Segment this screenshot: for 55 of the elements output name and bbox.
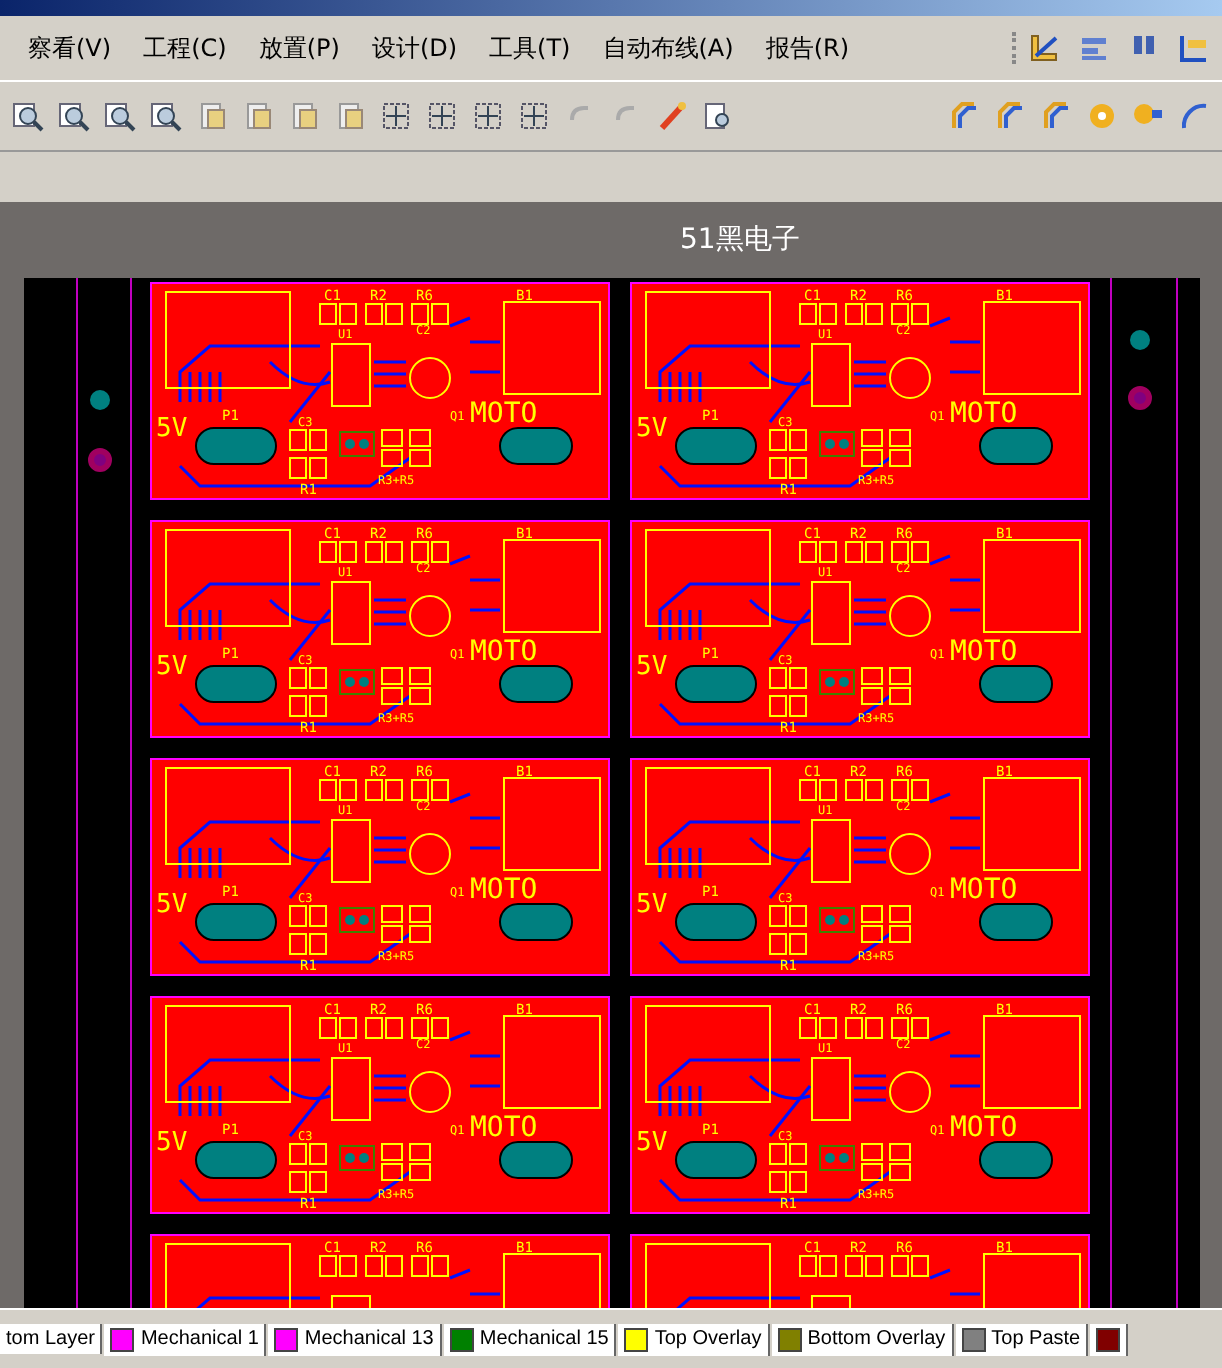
copy-icon[interactable] [242,100,274,132]
menu-item[interactable]: 工具(T) [489,31,571,65]
layer-tab-label: Bottom Overlay [807,1328,946,1350]
layer-tab[interactable]: Mechanical 13 [268,1323,442,1355]
menu-item[interactable]: 放置(P) [258,31,340,65]
silkscreen-label: 5V [636,890,668,920]
layer-tab-label: tom Layer [6,1328,95,1350]
menu-item[interactable]: 察看(V) [28,31,112,65]
silkscreen-label: 5V [156,890,188,920]
layer-tab-label: Top Paste [991,1328,1081,1350]
menu-item[interactable]: 设计(D) [371,31,458,65]
silkscreen-label: 5V [636,652,668,682]
silkscreen-label: 5V [156,652,188,682]
ruler-icon[interactable] [1028,32,1060,64]
layer-tab[interactable] [1090,1323,1129,1355]
layer-tab[interactable]: Mechanical 1 [104,1323,267,1355]
mounting-hole-icon [1130,330,1150,350]
silkscreen-label: MOTO [950,398,1018,430]
silkscreen-label: MOTO [950,874,1018,906]
silkscreen-label: MOTO [470,636,538,668]
canvas-title: 51黑电子 [680,222,800,258]
silkscreen-label: MOTO [470,874,538,906]
align-icon[interactable] [1078,32,1110,64]
layer-tab[interactable]: Top Overlay [618,1323,770,1355]
layer-tab[interactable]: tom Layer [0,1324,103,1354]
silkscreen-label: 5V [636,414,668,444]
layer-tab-label: Mechanical 13 [304,1328,434,1350]
inspect-icon[interactable] [702,100,734,132]
select-area-icon[interactable] [380,100,412,132]
paste-icon[interactable] [288,100,320,132]
silkscreen-label: MOTO [950,1112,1018,1144]
layer-tab-label: Mechanical 1 [140,1328,259,1350]
silkscreen-label: 5V [156,414,188,444]
silkscreen-label: MOTO [470,398,538,430]
layer-tab[interactable]: Bottom Overlay [771,1323,954,1355]
menu-item[interactable]: 报告(R) [765,31,850,65]
silkscreen-label: 5V [636,1128,668,1158]
zoom-icon[interactable] [12,100,44,132]
silkscreen-label: 5V [156,1128,188,1158]
layer-tab[interactable]: Top Paste [955,1323,1089,1355]
silkscreen-label: MOTO [470,1112,538,1144]
pencil-icon[interactable] [656,100,688,132]
menu-item[interactable]: 工程(C) [143,31,227,65]
track-icon[interactable] [948,100,980,132]
layer-tab-label: Top Overlay [654,1328,762,1350]
mounting-hole-icon [90,390,110,410]
layer-tab[interactable]: Mechanical 15 [443,1323,617,1355]
layer-tab-label: Mechanical 15 [479,1328,609,1350]
mounting-hole-icon [1128,386,1152,410]
mounting-hole-icon [88,448,112,472]
silkscreen-label: MOTO [950,636,1018,668]
via-icon[interactable] [1086,100,1118,132]
menu-item[interactable]: 自动布线(A) [602,31,734,65]
arc-icon[interactable] [1178,100,1210,132]
zoom-area-icon[interactable] [58,100,90,132]
